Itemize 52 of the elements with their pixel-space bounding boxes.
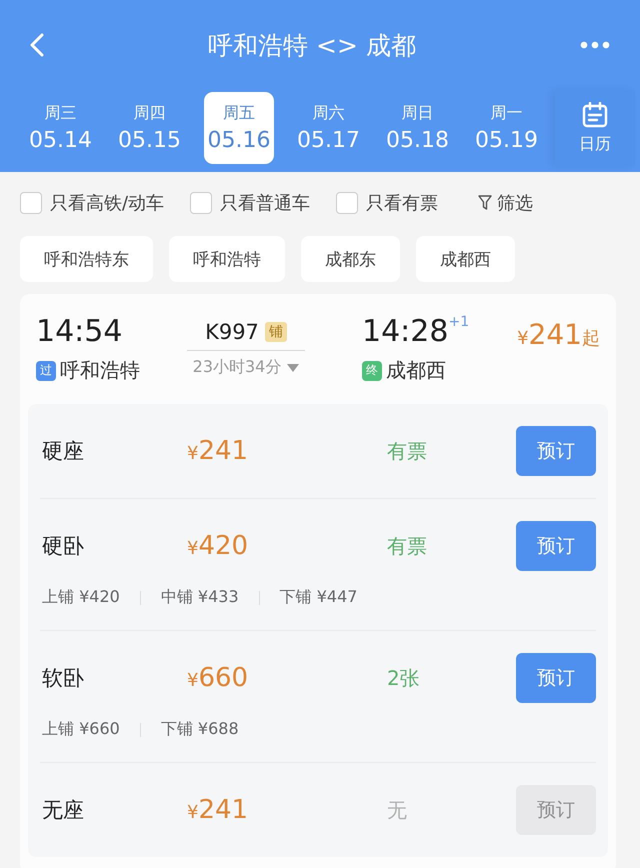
availability-text: 无: [387, 796, 408, 824]
seat-price: ¥660: [187, 663, 250, 693]
berth-price: 下铺 ¥447: [280, 587, 358, 608]
date-tab[interactable]: 周三 05.14: [16, 92, 105, 164]
departure-station: 呼和浩特: [60, 357, 140, 384]
day-offset: +1: [448, 314, 470, 330]
berth-price: 中铺 ¥433: [160, 587, 239, 608]
departure-time: 14:54: [36, 314, 124, 349]
lowest-price: ¥241起: [516, 318, 601, 351]
pass-badge: 过: [36, 360, 56, 380]
date-tab[interactable]: 周日 05.18: [373, 92, 462, 164]
date-tab[interactable]: 周四 05.15: [105, 92, 194, 164]
arrival-time: 14:28: [362, 314, 448, 349]
dropdown-icon[interactable]: [287, 364, 300, 372]
seat-type: 硬座: [41, 438, 85, 465]
station-chip[interactable]: 成都西: [416, 236, 515, 282]
seat-price: ¥241: [187, 436, 250, 466]
date-tab[interactable]: 周六 05.17: [284, 92, 373, 164]
availability-text: 2张: [387, 664, 421, 692]
filter-button[interactable]: 筛选: [478, 191, 534, 215]
calendar-icon: [582, 102, 608, 128]
terminal-badge: 终: [362, 360, 382, 380]
filter-icon: [478, 195, 492, 211]
berth-price: 下铺 ¥688: [160, 719, 239, 740]
duration-text: 23小时34分: [192, 357, 282, 378]
route-title: 呼和浩特 <> 成都: [208, 30, 416, 62]
book-button[interactable]: 预订: [516, 426, 596, 476]
availability-text: 有票: [387, 438, 428, 464]
seat-type: 无座: [41, 797, 85, 824]
back-icon[interactable]: [30, 33, 44, 57]
filter-checkbox[interactable]: 只看普通车: [190, 191, 310, 215]
train-number: K997: [205, 320, 259, 344]
calendar-button[interactable]: 日历: [555, 90, 635, 166]
berth-tag: 铺: [264, 322, 287, 342]
book-button[interactable]: 预订: [516, 653, 596, 703]
filter-checkbox[interactable]: 只看有票: [336, 191, 438, 215]
availability-text: 有票: [387, 532, 428, 560]
station-chip[interactable]: 呼和浩特东: [20, 236, 153, 282]
berth-price: 上铺 ¥660: [42, 719, 120, 740]
berth-price: 上铺 ¥420: [42, 587, 120, 608]
date-tab[interactable]: 周五 05.16: [204, 92, 274, 164]
arrival-station: 成都西: [386, 357, 446, 384]
seat-type: 硬卧: [41, 533, 85, 560]
seat-price: ¥420: [187, 531, 250, 561]
station-chip[interactable]: 呼和浩特: [169, 236, 285, 282]
filter-checkbox[interactable]: 只看高铁/动车: [20, 191, 164, 215]
seat-type: 软卧: [41, 665, 85, 692]
date-tab[interactable]: 周一 05.19: [462, 92, 551, 164]
book-button[interactable]: 预订: [516, 521, 596, 571]
more-icon[interactable]: [580, 41, 610, 49]
seat-price: ¥241: [187, 795, 250, 825]
station-chip[interactable]: 成都东: [301, 236, 400, 282]
